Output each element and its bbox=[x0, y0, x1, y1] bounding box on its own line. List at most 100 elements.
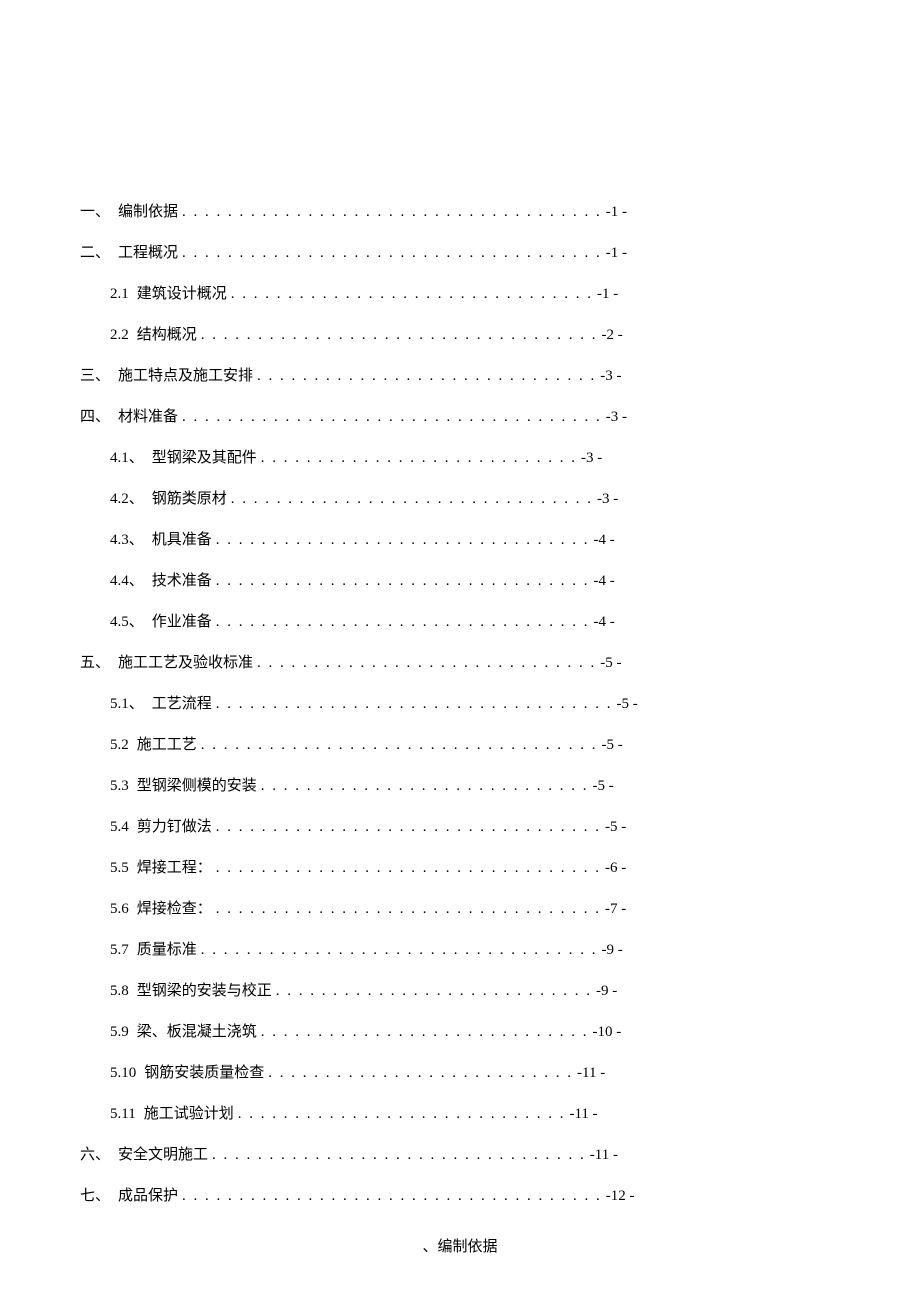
toc-title: 型钢梁的安装与校正 bbox=[137, 979, 272, 1000]
toc-entry: 5.11 施工试验计划. . . . . . . . . . . . . . . … bbox=[80, 1102, 840, 1123]
toc-entry: 2.1 建筑设计概况. . . . . . . . . . . . . . . .… bbox=[80, 282, 840, 303]
toc-page-number: -11 - bbox=[590, 1147, 618, 1164]
toc-number: 5.8 bbox=[110, 983, 129, 1000]
toc-number: 5.9 bbox=[110, 1024, 129, 1041]
toc-leader-dots: . . . . . . . . . . . . . . . . . . . . … bbox=[216, 573, 590, 590]
toc-page-number: -7 - bbox=[605, 901, 626, 918]
toc-page-number: -5 - bbox=[593, 778, 614, 795]
toc-entry: 二、工程概况. . . . . . . . . . . . . . . . . … bbox=[80, 241, 840, 262]
table-of-contents: 一、编制依据 . . . . . . . . . . . . . . . . . … bbox=[80, 200, 840, 1205]
toc-entry: 5.3型钢梁侧模的安装. . . . . . . . . . . . . . .… bbox=[80, 774, 840, 795]
toc-page-number: -3 - bbox=[606, 409, 627, 426]
toc-title: 编制依据 bbox=[118, 200, 178, 221]
toc-leader-dots: . . . . . . . . . . . . . . . . . . . . … bbox=[276, 983, 592, 1000]
toc-leader-dots: . . . . . . . . . . . . . . . . . . . . … bbox=[238, 1106, 566, 1123]
toc-entry: 5.6焊接检查：. . . . . . . . . . . . . . . . … bbox=[80, 897, 840, 918]
toc-title: 质量标准 bbox=[137, 938, 197, 959]
toc-number: 四、 bbox=[80, 405, 110, 426]
toc-page-number: -10 - bbox=[593, 1024, 622, 1041]
toc-number: 5.11 bbox=[110, 1106, 136, 1123]
toc-number: 4.1、 bbox=[110, 446, 144, 467]
toc-leader-dots: . . . . . . . . . . . . . . . . . . . . … bbox=[261, 450, 577, 467]
toc-title: 施工工艺及验收标准 bbox=[118, 651, 253, 672]
toc-title: 建筑设计概况 bbox=[137, 282, 227, 303]
toc-leader-dots: . . . . . . . . . . . . . . . . . . . . … bbox=[182, 1188, 602, 1205]
toc-title: 材料准备 bbox=[118, 405, 178, 426]
toc-number: 4.4、 bbox=[110, 569, 144, 590]
toc-number: 六、 bbox=[80, 1143, 110, 1164]
toc-entry: 4.3、机具准备. . . . . . . . . . . . . . . . … bbox=[80, 528, 840, 549]
toc-page-number: -4 - bbox=[594, 614, 615, 631]
toc-entry: 4.2、钢筋类原材. . . . . . . . . . . . . . . .… bbox=[80, 487, 840, 508]
toc-entry: 五、施工工艺及验收标准. . . . . . . . . . . . . . .… bbox=[80, 651, 840, 672]
toc-entry: 5.8 型钢梁的安装与校正. . . . . . . . . . . . . . … bbox=[80, 979, 840, 1000]
toc-leader-dots: . . . . . . . . . . . . . . . . . . . . … bbox=[216, 614, 590, 631]
toc-number: 2.1 bbox=[110, 286, 129, 303]
toc-entry: 5.1、工艺流程. . . . . . . . . . . . . . . . … bbox=[80, 692, 840, 713]
toc-page-number: -6 - bbox=[605, 860, 626, 877]
toc-title: 型钢梁及其配件 bbox=[152, 446, 257, 467]
toc-page-number: -12 - bbox=[606, 1188, 635, 1205]
toc-entry: 5.10钢筋安装质量检查. . . . . . . . . . . . . . … bbox=[80, 1061, 840, 1082]
toc-page-number: -2 - bbox=[602, 327, 623, 344]
toc-title: 工程概况 bbox=[118, 241, 178, 262]
toc-page-number: -3 - bbox=[600, 368, 621, 385]
toc-entry: 四、材料准备. . . . . . . . . . . . . . . . . … bbox=[80, 405, 840, 426]
toc-number: 五、 bbox=[80, 651, 110, 672]
toc-entry: 5.4 剪力钉做法. . . . . . . . . . . . . . . . … bbox=[80, 815, 840, 836]
toc-entry: 三、施工特点及施工安排. . . . . . . . . . . . . . .… bbox=[80, 364, 840, 385]
toc-leader-dots: . . . . . . . . . . . . . . . . . . . . … bbox=[216, 819, 601, 836]
toc-title: 施工工艺 bbox=[137, 733, 197, 754]
toc-page-number: -1 - bbox=[597, 286, 618, 303]
toc-number: 4.3、 bbox=[110, 528, 144, 549]
toc-number: 4.2、 bbox=[110, 487, 144, 508]
toc-page-number: -4 - bbox=[594, 532, 615, 549]
toc-page-number: -5 - bbox=[617, 696, 638, 713]
toc-title: 工艺流程 bbox=[152, 692, 212, 713]
toc-title: 作业准备 bbox=[152, 610, 212, 631]
toc-title: 钢筋安装质量检查 bbox=[144, 1061, 264, 1082]
toc-number: 5.1、 bbox=[110, 692, 144, 713]
toc-page-number: -9 - bbox=[596, 983, 617, 1000]
toc-number: 2.2 bbox=[110, 327, 129, 344]
toc-leader-dots: . . . . . . . . . . . . . . . . . . . . … bbox=[268, 1065, 573, 1082]
toc-title: 型钢梁侧模的安装 bbox=[137, 774, 257, 795]
toc-leader-dots: . . . . . . . . . . . . . . . . . . . . … bbox=[231, 286, 593, 303]
toc-title: 成品保护 bbox=[118, 1184, 178, 1205]
toc-page-number: -9 - bbox=[602, 942, 623, 959]
toc-entry: 5.5焊接工程：. . . . . . . . . . . . . . . . … bbox=[80, 856, 840, 877]
toc-leader-dots: . . . . . . . . . . . . . . . . . . . . … bbox=[231, 491, 593, 508]
toc-title: 剪力钉做法 bbox=[137, 815, 212, 836]
toc-number: 5.4 bbox=[110, 819, 129, 836]
toc-title: 施工试验计划 bbox=[144, 1102, 234, 1123]
toc-entry: 2.2结构概况. . . . . . . . . . . . . . . . .… bbox=[80, 323, 840, 344]
toc-number: 4.5、 bbox=[110, 610, 144, 631]
toc-page-number: -11 - bbox=[577, 1065, 605, 1082]
toc-leader-dots: . . . . . . . . . . . . . . . . . . . . … bbox=[257, 368, 596, 385]
toc-title: 安全文明施工 bbox=[118, 1143, 208, 1164]
toc-leader-dots: . . . . . . . . . . . . . . . . . . . . … bbox=[257, 655, 596, 672]
toc-entry: 5.2施工工艺. . . . . . . . . . . . . . . . .… bbox=[80, 733, 840, 754]
toc-number: 5.2 bbox=[110, 737, 129, 754]
toc-leader-dots: . . . . . . . . . . . . . . . . . . . . … bbox=[201, 942, 598, 959]
toc-leader-dots: . . . . . . . . . . . . . . . . . . . . … bbox=[182, 245, 602, 262]
toc-title: 焊接检查： bbox=[137, 897, 212, 918]
toc-leader-dots: . . . . . . . . . . . . . . . . . . . . … bbox=[216, 696, 613, 713]
toc-entry: 5.7 质量标准. . . . . . . . . . . . . . . . .… bbox=[80, 938, 840, 959]
toc-number: 三、 bbox=[80, 364, 110, 385]
toc-leader-dots: . . . . . . . . . . . . . . . . . . . . … bbox=[261, 1024, 589, 1041]
toc-page-number: -1 - bbox=[606, 204, 627, 221]
toc-page-number: -4 - bbox=[594, 573, 615, 590]
toc-number: 5.7 bbox=[110, 942, 129, 959]
toc-title: 梁、板混凝土浇筑 bbox=[137, 1020, 257, 1041]
toc-page-number: -3 - bbox=[597, 491, 618, 508]
toc-entry: 5.9 梁、板混凝土浇筑. . . . . . . . . . . . . . .… bbox=[80, 1020, 840, 1041]
toc-entry: 4.4、技术准备. . . . . . . . . . . . . . . . … bbox=[80, 569, 840, 590]
toc-page-number: -5 - bbox=[602, 737, 623, 754]
toc-title: 施工特点及施工安排 bbox=[118, 364, 253, 385]
toc-number: 5.6 bbox=[110, 901, 129, 918]
toc-title: 焊接工程： bbox=[137, 856, 212, 877]
toc-number: 一、 bbox=[80, 200, 110, 221]
toc-entry: 一、编制依据. . . . . . . . . . . . . . . . . … bbox=[80, 200, 840, 221]
toc-entry: 4.1、型钢梁及其配件. . . . . . . . . . . . . . .… bbox=[80, 446, 840, 467]
